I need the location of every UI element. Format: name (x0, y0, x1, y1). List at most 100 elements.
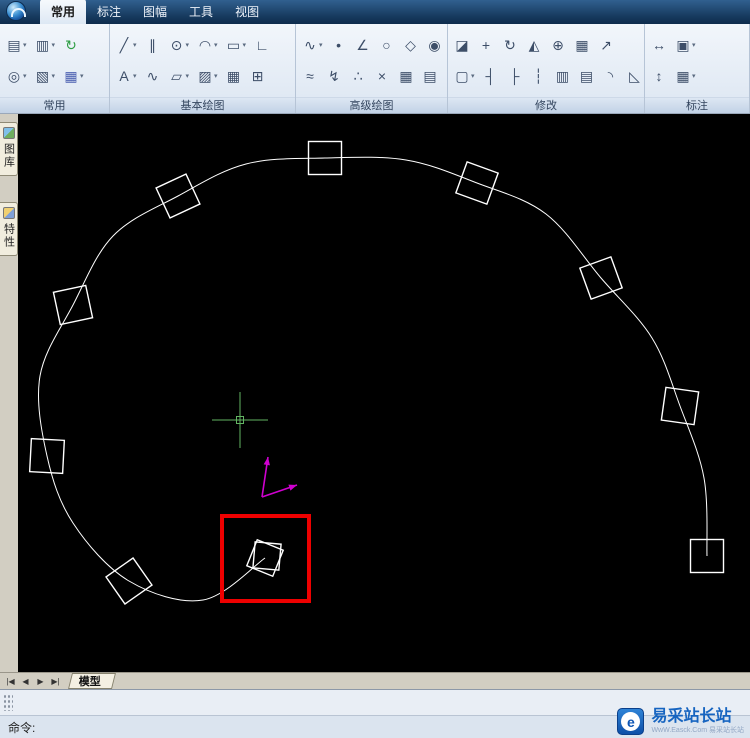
ribbon-button-center-mark[interactable]: ⊕ (547, 34, 569, 56)
tab-dimension[interactable]: 标注 (86, 0, 132, 24)
ribbon-button-polygon-advanced[interactable]: ◇ (400, 34, 422, 56)
ribbon-button-clipboard[interactable]: ▧▾ (32, 65, 59, 87)
point-icon: • (331, 38, 347, 52)
ribbon: ▤▾▥▾↻◎▾▧▾▦▾ 常用 ╱▾∥⊙▾◠▾▭▾∟A▾∿▱▾▨▾▦⊞ 基本绘图 … (0, 24, 750, 114)
side-tab-strip: 图库 特性 (0, 114, 18, 672)
ribbon-button-move[interactable]: + (475, 34, 497, 56)
dropdown-caret-icon: ▾ (133, 41, 137, 49)
ribbon-button-line[interactable]: ╱▾ (113, 34, 140, 56)
ribbon-button-point[interactable]: • (328, 34, 350, 56)
array-modify-icon: ▦ (574, 38, 590, 52)
ribbon-panel-buttons: ◪+ ↻ ◭ ⊕ ▦ ↗ ▢▾┤├┆▥ ▤ ◝ ◺ (448, 24, 644, 97)
ribbon-button-fillet[interactable]: ◝ (600, 65, 622, 87)
ribbon-button-copy-modify[interactable]: ▥ (552, 65, 574, 87)
ribbon-button-paste-modify[interactable]: ▤ (576, 65, 598, 87)
tab-tools[interactable]: 工具 (178, 0, 224, 24)
cad-drawing[interactable] (18, 114, 750, 672)
ribbon-button-stretch[interactable]: ↗ (595, 34, 617, 56)
ribbon-button-angle[interactable]: ∠ (352, 34, 374, 56)
scatter-icon: ∴ (350, 69, 366, 83)
ribbon-button-table[interactable]: ⊞ (247, 65, 269, 87)
ribbon-button-spline[interactable]: ∿ (142, 65, 164, 87)
ribbon-button-erase[interactable]: ◪ (451, 34, 473, 56)
ribbon-button-donut[interactable]: ◉ (424, 34, 446, 56)
ribbon-button-parallel[interactable]: ∥ (142, 34, 164, 56)
rotate-icon: ↻ (502, 38, 518, 52)
ribbon-button-circle[interactable]: ⊙▾ (166, 34, 193, 56)
ribbon-button-rectangle[interactable]: ▭▾ (223, 34, 250, 56)
drawing-canvas[interactable] (18, 114, 750, 672)
ribbon-button-hatch[interactable]: ▨▾ (194, 65, 221, 87)
ribbon-button-cross[interactable]: × (371, 65, 393, 87)
copy-icon: ▥ (35, 38, 51, 52)
ribbon-button-polyline[interactable]: ∟ (251, 34, 273, 56)
prev-tab-button[interactable]: ◀ (19, 674, 32, 689)
tab-common[interactable]: 常用 (40, 0, 86, 24)
ribbon-button-ellipse[interactable]: ○ (376, 34, 398, 56)
paste-modify-icon: ▤ (579, 69, 595, 83)
properties-icon (3, 207, 15, 219)
ribbon-button-select[interactable]: ▢▾ (451, 65, 478, 87)
dropdown-caret-icon: ▾ (214, 72, 218, 80)
ribbon-button-array[interactable]: ▦ (223, 65, 245, 87)
app-window: 常用 标注 图幅 工具 视图 ▤▾▥▾↻◎▾▧▾▦▾ 常用 ╱▾∥⊙▾◠▾▭▾∟… (0, 0, 750, 738)
ribbon-button-dim-vertical[interactable]: ↕ (648, 65, 670, 87)
spiral-curve[interactable] (38, 157, 707, 601)
ribbon-button-paste[interactable]: ▤▾ (3, 34, 30, 56)
ribbon-button-dim-table[interactable]: ▦▾ (672, 65, 699, 87)
arc-icon: ◠ (197, 38, 213, 52)
ribbon-button-copy[interactable]: ▥▾ (32, 34, 59, 56)
ribbon-button-zigzag[interactable]: ↯ (323, 65, 345, 87)
ribbon-button-chamfer[interactable]: ◺ (624, 65, 646, 87)
paste-icon: ▤ (6, 38, 22, 52)
ribbon-button-trim[interactable]: ┤ (480, 65, 502, 87)
next-tab-button[interactable]: ▶ (34, 674, 47, 689)
selection-highlight (222, 516, 309, 601)
tab-sheet[interactable]: 图幅 (132, 0, 178, 24)
ribbon-button-extend[interactable]: ├ (504, 65, 526, 87)
ribbon-button-break[interactable]: ┆ (528, 65, 550, 87)
first-tab-button[interactable]: |◀ (4, 674, 17, 689)
dropdown-caret-icon: ▾ (243, 41, 247, 49)
dropdown-caret-icon: ▾ (214, 41, 218, 49)
zoom-icon: ◎ (6, 69, 22, 83)
grid-advanced-icon: ▦ (398, 69, 414, 83)
ribbon-button-refresh[interactable]: ↻ (60, 34, 82, 56)
ribbon-button-grid-advanced[interactable]: ▦ (395, 65, 417, 87)
ribbon-button-table-advanced[interactable]: ▤ (419, 65, 441, 87)
watermark: e 易采站长站 WwW.Easck.Com 易采站长站 (617, 708, 744, 735)
dropdown-caret-icon: ▾ (52, 41, 56, 49)
tab-view[interactable]: 视图 (224, 0, 270, 24)
ribbon-button-zoom[interactable]: ◎▾ (3, 65, 30, 87)
mirror-icon: ◭ (526, 38, 542, 52)
app-logo-icon[interactable] (6, 1, 26, 21)
last-tab-button[interactable]: ▶| (49, 674, 62, 689)
ribbon-button-polygon[interactable]: ▱▾ (166, 65, 193, 87)
ribbon-button-mirror[interactable]: ◭ (523, 34, 545, 56)
ribbon-button-scatter[interactable]: ∴ (347, 65, 369, 87)
dropdown-caret-icon: ▾ (186, 72, 190, 80)
sidebar-tab-properties[interactable]: 特性 (0, 202, 18, 256)
ribbon-button-wave[interactable]: ≈ (299, 65, 321, 87)
polygon-icon: ▱ (169, 69, 185, 83)
dropdown-caret-icon: ▾ (23, 41, 27, 49)
ribbon-button-array-modify[interactable]: ▦ (571, 34, 593, 56)
ribbon-button-rotate[interactable]: ↻ (499, 34, 521, 56)
ribbon-button-dim-linear[interactable]: ↔ (648, 34, 670, 56)
ribbon-panel-buttons: ▤▾▥▾↻◎▾▧▾▦▾ (0, 24, 109, 97)
ribbon-panel-common: ▤▾▥▾↻◎▾▧▾▦▾ 常用 (0, 24, 110, 113)
sidebar-tab-library[interactable]: 图库 (0, 122, 18, 176)
drag-grip-icon[interactable] (3, 694, 13, 711)
view-grid-icon: ▦ (63, 69, 79, 83)
ribbon-button-dim-style[interactable]: ▣▾ (672, 34, 699, 56)
ribbon-button-view-grid[interactable]: ▦▾ (60, 65, 87, 87)
ribbon-button-arc[interactable]: ◠▾ (194, 34, 221, 56)
wave-icon: ≈ (302, 69, 318, 83)
ribbon-button-spline-advanced[interactable]: ∿▾ (299, 34, 326, 56)
chamfer-icon: ◺ (627, 69, 643, 83)
model-tab[interactable]: 模型 (68, 673, 116, 689)
parallel-icon: ∥ (145, 38, 161, 52)
ribbon-button-text[interactable]: A▾ (113, 65, 140, 87)
ribbon-panel-label: 标注 (645, 97, 749, 113)
clipboard-icon: ▧ (35, 69, 51, 83)
